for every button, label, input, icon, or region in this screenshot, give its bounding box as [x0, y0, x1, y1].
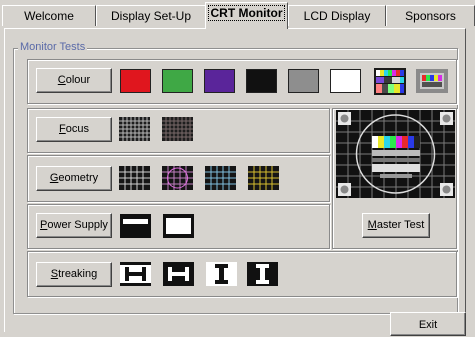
- power-supply-box-icon[interactable]: [163, 214, 194, 238]
- geometry-grid-icon[interactable]: [119, 166, 150, 190]
- exit-button[interactable]: Exit: [390, 312, 466, 336]
- colour-swatch[interactable]: [162, 69, 193, 93]
- master-test-card-icon[interactable]: [336, 110, 455, 198]
- focus-button-accel: F: [59, 123, 66, 135]
- group-title: Monitor Tests: [18, 41, 88, 53]
- tab-sponsors[interactable]: Sponsors: [386, 5, 475, 26]
- streaking-pattern-icon[interactable]: [247, 262, 278, 286]
- exit-button-label: Exit: [418, 319, 438, 331]
- tab-sponsors-label: Sponsors: [405, 9, 456, 23]
- colour-swatch[interactable]: [120, 69, 151, 93]
- colour-swatch[interactable]: [330, 69, 361, 93]
- tab-welcome-label: Welcome: [24, 9, 74, 23]
- focus-grid-icon[interactable]: [119, 117, 150, 141]
- colour-button-accel: C: [57, 74, 66, 86]
- tab-welcome[interactable]: Welcome: [2, 5, 96, 26]
- tab-crt-monitor-label: CRT Monitor: [207, 5, 286, 21]
- tab-display-setup-label: Display Set-Up: [110, 9, 192, 23]
- master-test-button-label: aster Test: [376, 219, 425, 231]
- master-test-button-accel: M: [367, 219, 377, 231]
- colour-swatch[interactable]: [288, 69, 319, 93]
- streaking-button[interactable]: Streaking: [36, 262, 112, 287]
- colour-swatch[interactable]: [246, 69, 277, 93]
- geometry-button[interactable]: Geometry: [36, 166, 112, 191]
- focus-button[interactable]: Focus: [36, 117, 112, 142]
- focus-button-label: ocus: [65, 123, 89, 135]
- streaking-pattern-icon[interactable]: [163, 262, 194, 286]
- geometry-grid-icon[interactable]: [248, 166, 279, 190]
- streaking-button-label: treaking: [58, 268, 98, 280]
- colour-bars-pattern-icon[interactable]: [374, 68, 406, 95]
- master-test-button[interactable]: Master Test: [362, 213, 430, 238]
- geometry-grid-icon[interactable]: [162, 166, 193, 190]
- streaking-button-accel: S: [50, 268, 59, 280]
- tab-display-setup[interactable]: Display Set-Up: [96, 5, 206, 26]
- power-supply-box-icon[interactable]: [120, 214, 151, 238]
- focus-grid-icon[interactable]: [162, 117, 193, 141]
- colour-button[interactable]: Colour: [36, 68, 112, 93]
- geometry-grid-icon[interactable]: [205, 166, 236, 190]
- geometry-button-label: eometry: [58, 172, 99, 184]
- power-supply-button-label: ower Supply: [47, 219, 108, 231]
- power-supply-button[interactable]: Power Supply: [36, 213, 112, 238]
- streaking-pattern-icon[interactable]: [120, 262, 151, 286]
- tab-lcd-display[interactable]: LCD Display: [288, 5, 386, 26]
- colour-swatch[interactable]: [204, 69, 235, 93]
- test-card-thumbnail-icon[interactable]: [416, 69, 448, 93]
- streaking-pattern-icon[interactable]: [206, 262, 237, 286]
- colour-button-label: olour: [65, 74, 91, 86]
- tab-lcd-display-label: LCD Display: [303, 9, 371, 23]
- tab-crt-monitor[interactable]: CRT Monitor: [205, 2, 288, 29]
